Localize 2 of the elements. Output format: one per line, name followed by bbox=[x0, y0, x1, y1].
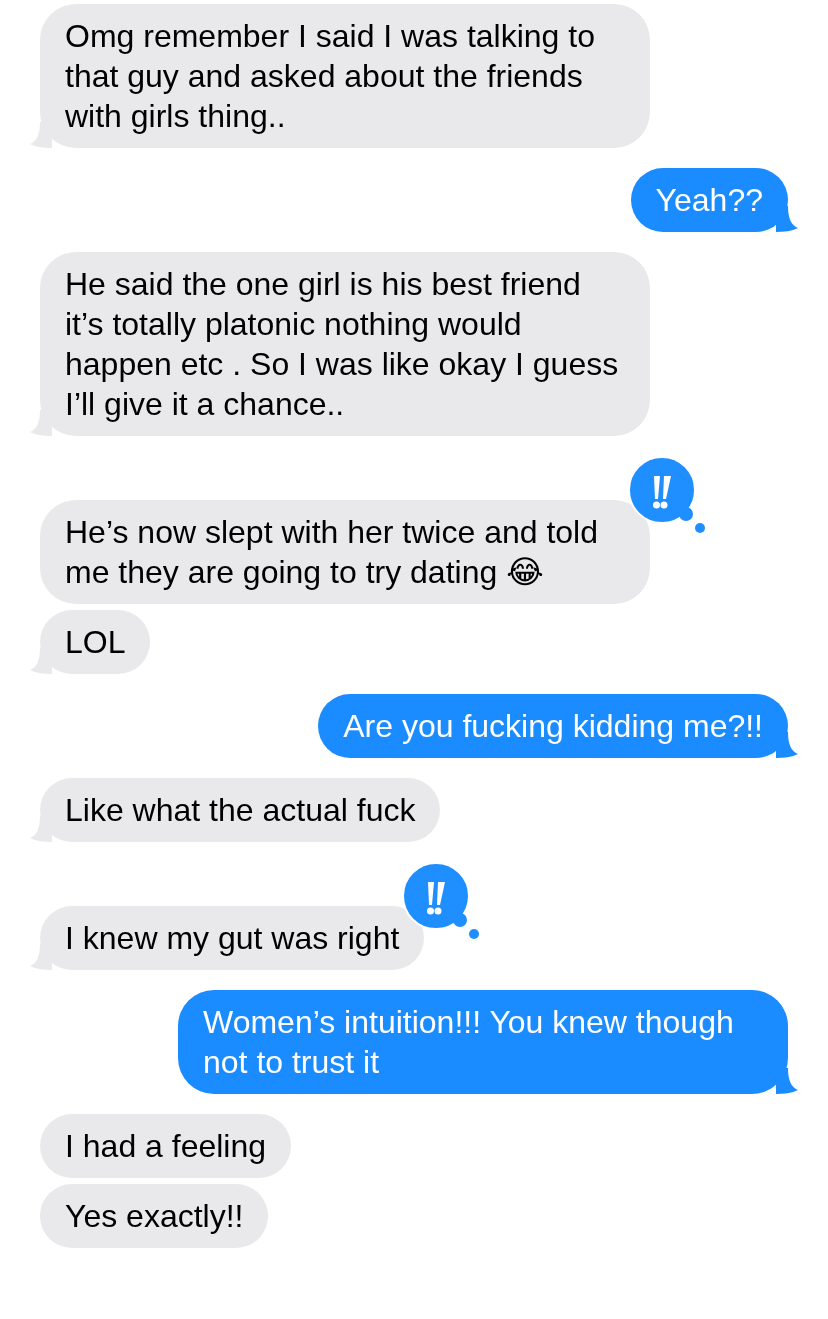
message-bubble: Yes exactly!! bbox=[40, 1184, 269, 1248]
message-bubble: I had a feeling bbox=[40, 1114, 292, 1178]
